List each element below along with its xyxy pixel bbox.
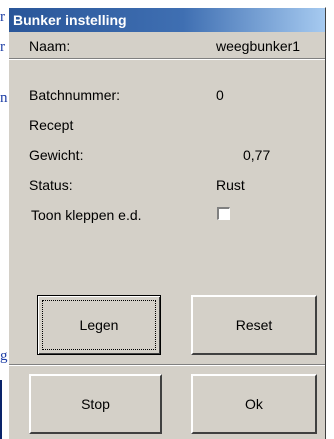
recept-row: Recept [9, 113, 325, 137]
toon-kleppen-checkbox[interactable] [217, 207, 230, 220]
dialog-title: Bunker instelling [13, 12, 127, 28]
background-text-fragment: g [0, 348, 8, 364]
batchnummer-row: Batchnummer: 0 [9, 83, 325, 107]
gewicht-value: 0,77 [243, 147, 271, 163]
legen-button[interactable]: Legen [37, 295, 161, 355]
gewicht-label: Gewicht: [29, 147, 84, 163]
toon-kleppen-label: Toon kleppen e.d. [31, 207, 142, 223]
ok-button[interactable]: Ok [191, 374, 317, 434]
screenshot-root: r r n. g Bunker instelling Naam: weegbun… [0, 0, 334, 439]
reset-button-label: Reset [235, 317, 273, 333]
status-row: Status: Rust [9, 173, 325, 197]
button-divider [9, 364, 325, 366]
legen-button-label: Legen [79, 317, 119, 333]
batchnummer-label: Batchnummer: [29, 87, 121, 103]
gewicht-row: Gewicht: 0,77 [9, 143, 325, 167]
stop-button-label: Stop [81, 396, 110, 412]
background-text-fragment: r [0, 39, 5, 55]
background-text-fragment: r [0, 9, 5, 25]
ok-button-label: Ok [245, 396, 263, 412]
status-value: Rust [216, 177, 245, 193]
reset-button[interactable]: Reset [191, 295, 317, 355]
batchnummer-value: 0 [216, 87, 224, 103]
stop-button[interactable]: Stop [29, 374, 162, 434]
bunker-settings-dialog: Bunker instelling Naam: weegbunker1 Batc… [8, 7, 326, 439]
recept-label: Recept [29, 117, 74, 133]
naam-value: weegbunker1 [216, 38, 301, 54]
toon-kleppen-row: Toon kleppen e.d. [9, 203, 325, 227]
naam-label: Naam: [29, 38, 71, 54]
naam-row: Naam: weegbunker1 [9, 34, 325, 59]
status-label: Status: [29, 177, 73, 193]
background-border-line [0, 380, 2, 439]
title-bar[interactable]: Bunker instelling [9, 8, 325, 32]
